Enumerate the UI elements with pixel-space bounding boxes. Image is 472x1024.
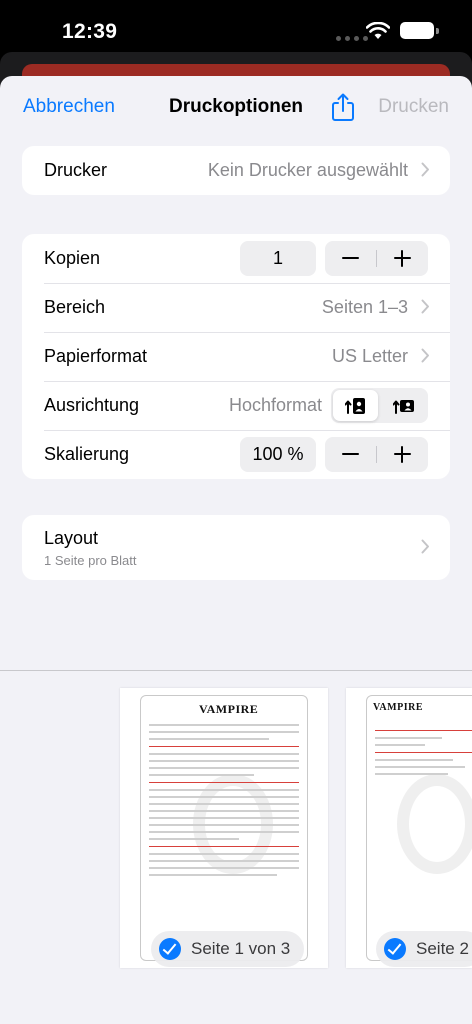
page-badge: Seite 2 — [376, 931, 472, 967]
page-badge: Seite 1 von 3 — [151, 931, 305, 967]
nav-bar: Abbrechen Druckoptionen Drucken — [0, 76, 472, 140]
landscape-orientation-icon — [393, 400, 414, 414]
copies-decrement-button[interactable] — [325, 241, 376, 276]
page-logo: VAMPIRE — [373, 702, 423, 713]
layout-label: Layout — [44, 528, 99, 548]
range-row[interactable]: Bereich Seiten 1–3 — [22, 283, 450, 332]
scaling-stepper — [325, 437, 428, 472]
scaling-field[interactable]: 100 % — [240, 437, 316, 472]
chevron-right-icon — [421, 299, 429, 314]
page-content-lines — [149, 724, 299, 881]
paper-size-label: Papierformat — [44, 346, 148, 366]
range-label: Bereich — [44, 297, 106, 317]
chevron-right-icon — [421, 539, 429, 554]
checkmark-icon — [384, 938, 406, 960]
chevron-right-icon — [421, 348, 429, 363]
orientation-value: Hochformat — [228, 395, 322, 415]
copies-label: Kopien — [44, 248, 101, 268]
page-preview-2[interactable]: VAMPIRE Seite 2 — [346, 688, 472, 968]
page-badge-label: Seite 1 von 3 — [191, 939, 291, 958]
layout-subtitle: 1 Seite pro Blatt — [44, 553, 137, 568]
range-value: Seiten 1–3 — [321, 297, 408, 317]
printer-group: Drucker Kein Drucker ausgewählt — [22, 146, 450, 195]
scaling-label: Skalierung — [44, 444, 130, 464]
chevron-right-icon — [421, 162, 429, 177]
printer-row[interactable]: Drucker Kein Drucker ausgewählt — [22, 146, 450, 195]
paper-size-row[interactable]: Papierformat US Letter — [22, 332, 450, 381]
portrait-button[interactable] — [333, 390, 378, 421]
scaling-increment-button[interactable] — [377, 437, 428, 472]
signal-dots-icon — [336, 36, 368, 41]
orientation-row: Ausrichtung Hochformat — [22, 381, 450, 430]
paper-size-value: US Letter — [331, 346, 408, 366]
page-preview-1[interactable]: VAMPIRE Seite 1 von 3 — [120, 688, 328, 968]
share-icon[interactable] — [330, 92, 356, 122]
scaling-row: Skalierung 100 % — [22, 430, 450, 479]
options-group: Kopien 1 Bereich Seiten 1–3 Papierformat… — [22, 234, 450, 479]
page-logo: VAMPIRE — [199, 702, 259, 716]
orientation-label: Ausrichtung — [44, 395, 140, 415]
status-time: 12:39 — [62, 20, 118, 43]
portrait-orientation-icon — [345, 398, 365, 414]
copies-stepper — [325, 241, 428, 276]
print-options-sheet: Abbrechen Druckoptionen Drucken Drucker … — [0, 76, 472, 1024]
orientation-control — [331, 388, 428, 423]
copies-field[interactable]: 1 — [240, 241, 316, 276]
landscape-button[interactable] — [381, 390, 426, 421]
preview-divider — [0, 670, 472, 671]
battery-tip — [436, 28, 439, 34]
page-thumbnail: VAMPIRE — [366, 695, 472, 961]
battery-icon — [400, 22, 434, 39]
printer-label: Drucker — [44, 160, 108, 180]
page-badge-label: Seite 2 — [416, 939, 469, 958]
watermark-graphic — [397, 774, 472, 874]
checkmark-icon — [159, 938, 181, 960]
page-content-lines — [375, 724, 472, 780]
copies-row: Kopien 1 — [22, 234, 450, 283]
layout-row[interactable]: Layout 1 Seite pro Blatt — [22, 515, 450, 580]
page-thumbnail: VAMPIRE — [140, 695, 308, 961]
print-button[interactable]: Drucken — [378, 96, 449, 118]
printer-value: Kein Drucker ausgewählt — [207, 160, 408, 180]
copies-increment-button[interactable] — [377, 241, 428, 276]
scaling-decrement-button[interactable] — [325, 437, 376, 472]
layout-group: Layout 1 Seite pro Blatt — [22, 515, 450, 580]
wifi-icon — [366, 22, 390, 39]
